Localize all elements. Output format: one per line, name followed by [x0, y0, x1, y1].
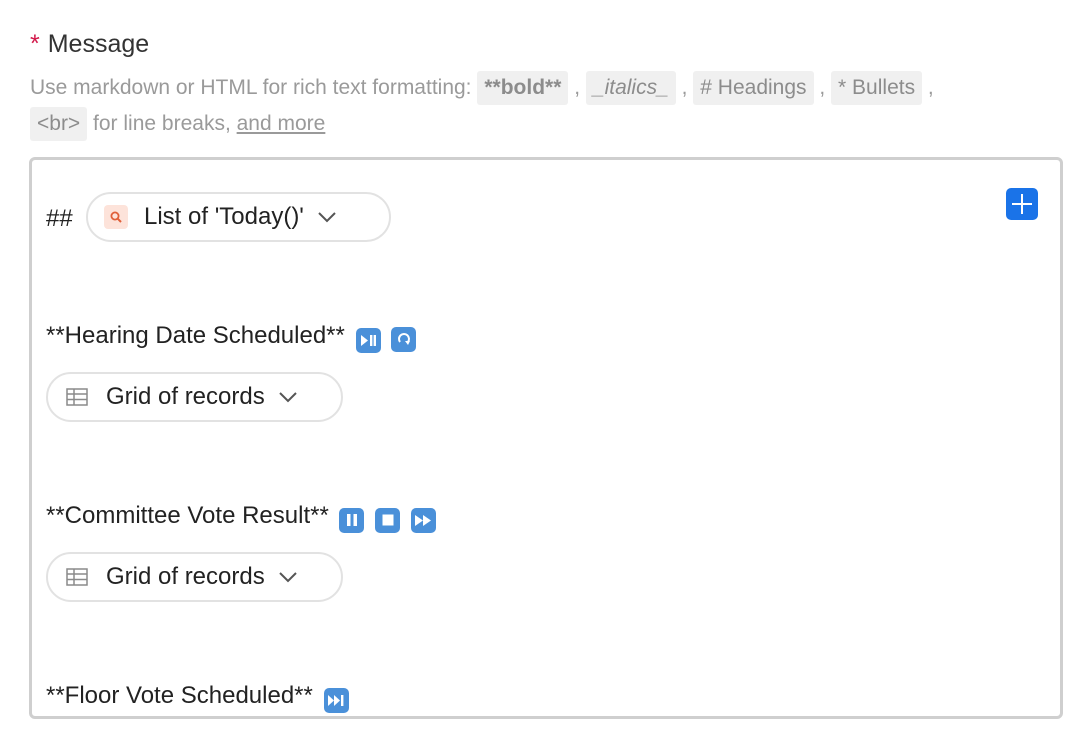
and-more-link[interactable]: and more	[237, 112, 326, 135]
chevron-down-icon	[279, 571, 297, 583]
repeat-icon	[391, 326, 417, 352]
field-label: * Message	[30, 30, 149, 59]
help-prefix: Use markdown or HTML for rich text forma…	[30, 76, 472, 99]
chevron-down-icon	[318, 211, 336, 223]
heading-prefix: ##	[46, 205, 73, 232]
list-chip-label: List of 'Today()'	[144, 203, 304, 230]
section-title-committee: **Committee Vote Result**	[46, 502, 436, 533]
section-title-hearing: **Hearing Date Scheduled**	[46, 322, 417, 353]
pause-icon	[339, 507, 365, 533]
required-mark: *	[30, 30, 40, 58]
fast-forward-icon	[410, 508, 436, 533]
chevron-down-icon	[279, 391, 297, 403]
grid-chip-1[interactable]: Grid of records	[46, 372, 343, 422]
code-headings: # Headings	[693, 71, 814, 105]
section-title-text: **Committee Vote Result**	[46, 502, 329, 529]
code-bullets: * Bullets	[831, 71, 923, 105]
search-icon	[104, 205, 128, 229]
grid-icon	[66, 568, 88, 586]
add-button[interactable]	[1006, 188, 1038, 220]
next-track-icon	[323, 688, 349, 713]
grid-chip-label: Grid of records	[106, 383, 265, 410]
stop-icon	[375, 507, 401, 533]
code-linebreak: <br>	[30, 107, 88, 141]
plus-icon	[1012, 194, 1032, 214]
play-pause-icon	[355, 328, 381, 353]
list-chip[interactable]: List of 'Today()'	[86, 192, 391, 242]
help-text: Use markdown or HTML for rich text forma…	[30, 70, 1050, 142]
field-label-text: Message	[47, 30, 150, 58]
section-title-floor: **Floor Vote Scheduled**	[46, 682, 349, 713]
grid-icon	[66, 388, 88, 406]
grid-chip-2[interactable]: Grid of records	[46, 552, 343, 602]
code-italics: _italics_	[585, 71, 676, 105]
message-editor[interactable]: ## List of 'Today()' **Hearing Date Sche…	[29, 157, 1063, 719]
code-bold: **bold**	[477, 71, 569, 105]
grid-chip-label: Grid of records	[106, 563, 265, 590]
help-breaks: for line breaks,	[93, 112, 231, 135]
section-title-text: **Hearing Date Scheduled**	[46, 322, 345, 349]
section-title-text: **Floor Vote Scheduled**	[46, 682, 313, 709]
